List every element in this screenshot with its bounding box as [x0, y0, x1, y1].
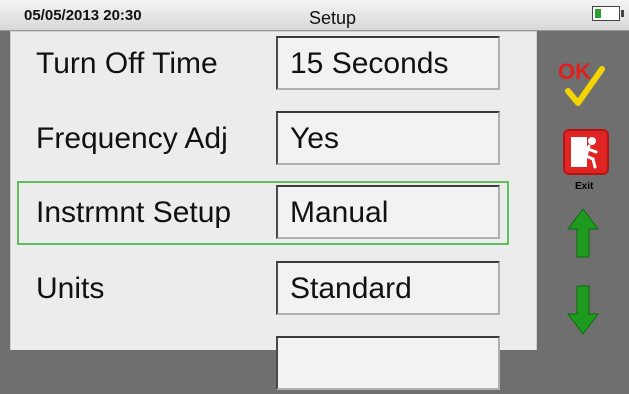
status-bar: 05/05/2013 20:30 Setup	[0, 0, 629, 31]
setting-value: Yes	[290, 122, 339, 155]
setting-value: Standard	[290, 272, 412, 305]
arrow-up-icon	[567, 208, 599, 258]
setting-value-field[interactable]	[276, 336, 500, 390]
scroll-up-button[interactable]	[566, 207, 600, 259]
setting-value-field[interactable]: Standard	[276, 261, 500, 315]
exit-button[interactable]: Exit	[563, 129, 609, 193]
checkmark-icon	[565, 66, 605, 106]
setting-label: Frequency Adj	[36, 122, 228, 155]
setting-row-units[interactable]: Units Standard	[11, 259, 536, 319]
exit-label: Exit	[575, 181, 594, 192]
setting-value-field[interactable]: Yes	[276, 111, 500, 165]
datetime: 05/05/2013 20:30	[24, 7, 142, 24]
setting-label: Instrmnt Setup	[36, 196, 232, 229]
scroll-down-button[interactable]	[566, 284, 600, 336]
settings-panel: Turn Off Time 15 Seconds Frequency Adj Y…	[10, 31, 537, 390]
setting-value: Manual	[290, 196, 389, 229]
side-toolbar: OK Exit	[538, 31, 629, 349]
setting-row-frequency-adj[interactable]: Frequency Adj Yes	[11, 109, 536, 169]
page-title: Setup	[309, 8, 357, 28]
setting-label: Turn Off Time	[36, 47, 218, 80]
setting-value: 15 Seconds	[290, 47, 449, 80]
setting-row-instrument-setup[interactable]: Instrmnt Setup Manual	[17, 181, 509, 245]
arrow-down-icon	[567, 285, 599, 335]
setting-row-partial[interactable]	[11, 334, 536, 394]
setting-row-turn-off-time[interactable]: Turn Off Time 15 Seconds	[11, 34, 536, 94]
setting-value-field[interactable]: 15 Seconds	[276, 36, 500, 90]
battery-icon	[592, 6, 624, 21]
ok-button[interactable]: OK	[558, 59, 608, 111]
exit-running-man-icon	[563, 129, 609, 175]
setting-label: Units	[36, 272, 105, 305]
setting-value-field[interactable]: Manual	[276, 185, 500, 239]
